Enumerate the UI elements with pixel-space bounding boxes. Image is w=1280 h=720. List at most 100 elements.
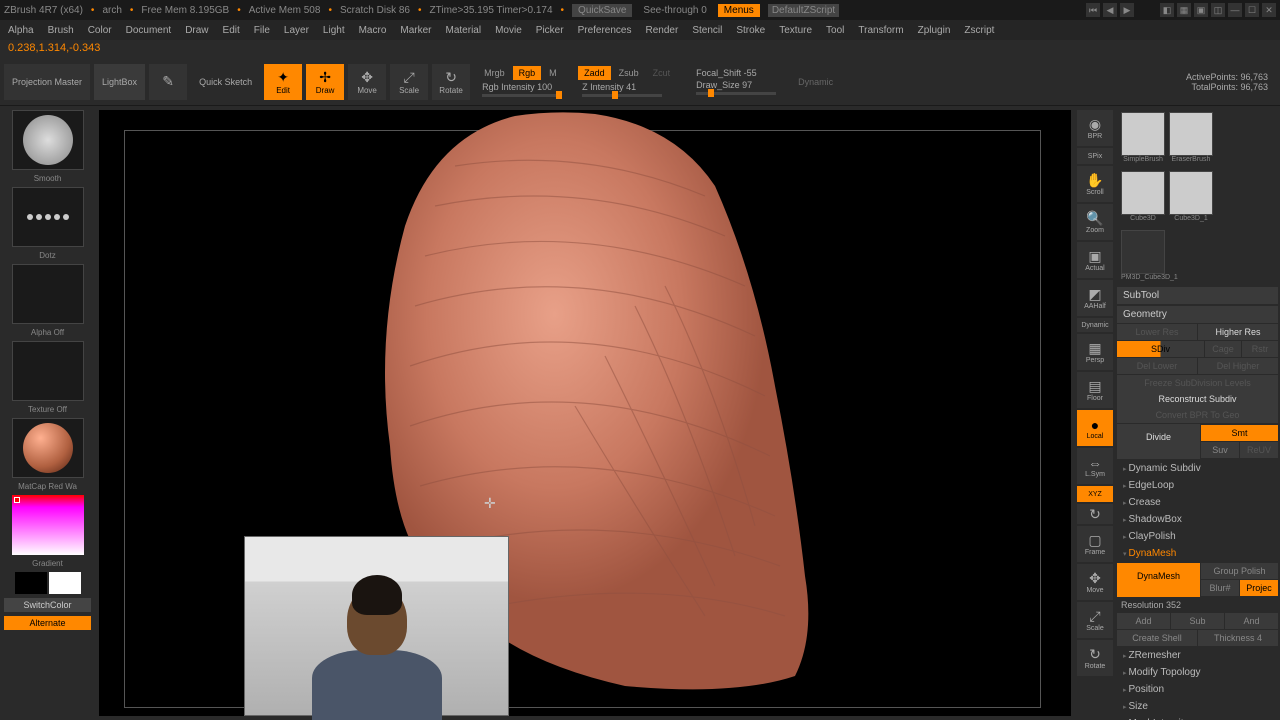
color-picker[interactable] — [12, 495, 84, 555]
stroke-thumbnail[interactable] — [12, 187, 84, 247]
close-icon[interactable]: ✕ — [1262, 3, 1276, 17]
zadd-button[interactable]: Zadd — [578, 66, 611, 80]
texture-thumbnail[interactable] — [12, 341, 84, 401]
menu-texture[interactable]: Texture — [779, 25, 812, 36]
draw-size-slider[interactable]: Draw_Size 97 — [692, 80, 780, 95]
menu-render[interactable]: Render — [646, 25, 679, 36]
spix-button[interactable]: SPix — [1077, 148, 1113, 164]
claypolish-item[interactable]: ClayPolish — [1117, 528, 1278, 545]
divide-button[interactable]: Divide — [1117, 424, 1200, 459]
scale-button[interactable]: ⤢Scale — [390, 64, 428, 100]
quicksave-button[interactable]: QuickSave — [572, 4, 632, 17]
switchcolor-button[interactable]: SwitchColor — [4, 598, 91, 612]
smt-button[interactable]: Smt — [1201, 425, 1278, 441]
rstr-button[interactable]: Rstr — [1242, 341, 1278, 357]
menu-transform[interactable]: Transform — [858, 25, 903, 36]
menu-zscript[interactable]: Zscript — [964, 25, 994, 36]
menus-button[interactable]: Menus — [718, 4, 760, 17]
rgb-button[interactable]: Rgb — [513, 66, 542, 80]
xyz-button[interactable]: XYZ — [1077, 486, 1113, 502]
blur-slider[interactable]: Blur# — [1201, 580, 1239, 596]
scale-view-button[interactable]: ⤢Scale — [1077, 602, 1113, 638]
brush-thumbnail[interactable] — [12, 110, 84, 170]
freeze-subdiv-button[interactable]: Freeze SubDivision Levels — [1117, 375, 1278, 391]
minimize-icon[interactable]: — — [1228, 3, 1242, 17]
scroll-button[interactable]: ✋Scroll — [1077, 166, 1113, 202]
subtool-header[interactable]: SubTool — [1117, 287, 1278, 304]
del-lower-button[interactable]: Del Lower — [1117, 358, 1197, 374]
bpr-button[interactable]: ◉BPR — [1077, 110, 1113, 146]
dynamic-subdiv-item[interactable]: Dynamic Subdiv — [1117, 460, 1278, 477]
canvas-viewport[interactable]: ✛ — [99, 110, 1071, 716]
crease-item[interactable]: Crease — [1117, 494, 1278, 511]
tool-thumb-cube3d1[interactable] — [1169, 171, 1213, 215]
m-button[interactable]: M — [543, 66, 563, 80]
thickness-slider[interactable]: Thickness 4 — [1198, 630, 1278, 646]
group-polish-button[interactable]: Group Polish — [1201, 563, 1278, 579]
zoom-button[interactable]: 🔍Zoom — [1077, 204, 1113, 240]
project-button[interactable]: Projec — [1240, 580, 1278, 596]
nav-prev-icon[interactable]: ◀ — [1103, 3, 1117, 17]
reconstruct-subdiv-button[interactable]: Reconstruct Subdiv — [1117, 391, 1278, 407]
reuv-button[interactable]: ReUV — [1240, 442, 1278, 458]
edit-button[interactable]: ✦Edit — [264, 64, 302, 100]
maximize-icon[interactable]: ☐ — [1245, 3, 1259, 17]
focal-shift-slider[interactable]: Focal_Shift -55 — [692, 68, 780, 78]
local-button[interactable]: ●Local — [1077, 410, 1113, 446]
dynamesh-button[interactable]: DynaMesh — [1117, 563, 1200, 597]
sdiv-slider[interactable]: SDiv — [1117, 341, 1204, 357]
draw-button[interactable]: ✢Draw — [306, 64, 344, 100]
material-thumbnail[interactable] — [12, 418, 84, 478]
geometry-header[interactable]: Geometry — [1117, 306, 1278, 323]
mrgb-button[interactable]: Mrgb — [478, 66, 511, 80]
shadowbox-item[interactable]: ShadowBox — [1117, 511, 1278, 528]
menu-layer[interactable]: Layer — [284, 25, 309, 36]
color-swatch-secondary[interactable] — [49, 572, 81, 594]
menu-stencil[interactable]: Stencil — [692, 25, 722, 36]
lightbox-button[interactable]: LightBox — [94, 64, 145, 100]
move-view-button[interactable]: ✥Move — [1077, 564, 1113, 600]
lsym-button[interactable]: ⇔L.Sym — [1077, 448, 1113, 484]
meshintegrity-item[interactable]: MeshIntegrity — [1117, 715, 1278, 720]
edgeloop-item[interactable]: EdgeLoop — [1117, 477, 1278, 494]
projection-master-button[interactable]: Projection Master — [4, 64, 90, 100]
cage-button[interactable]: Cage — [1205, 341, 1241, 357]
z-intensity-slider[interactable]: Z Intensity 41 — [578, 82, 676, 97]
pin-icon[interactable]: ◧ — [1160, 3, 1174, 17]
tool-thumb-eraserbrush[interactable] — [1169, 112, 1213, 156]
menu-picker[interactable]: Picker — [536, 25, 564, 36]
rgb-intensity-slider[interactable]: Rgb Intensity 100 — [478, 82, 566, 97]
aahalf-button[interactable]: ◩AAHalf — [1077, 280, 1113, 316]
create-shell-button[interactable]: Create Shell — [1117, 630, 1197, 646]
menu-draw[interactable]: Draw — [185, 25, 208, 36]
menu-file[interactable]: File — [254, 25, 270, 36]
sub-button[interactable]: Sub — [1171, 613, 1224, 629]
higher-res-button[interactable]: Higher Res — [1198, 324, 1278, 340]
persp-button[interactable]: ▦Persp — [1077, 334, 1113, 370]
suv-button[interactable]: Suv — [1201, 442, 1239, 458]
zcut-button[interactable]: Zcut — [647, 66, 677, 80]
menu-zplugin[interactable]: Zplugin — [918, 25, 951, 36]
color-swatch-primary[interactable] — [15, 572, 47, 594]
seethrough[interactable]: See-through 0 — [640, 5, 709, 16]
split-icon[interactable]: ◫ — [1211, 3, 1225, 17]
zscript-button[interactable]: DefaultZScript — [768, 4, 839, 17]
tool-thumb-pm3d[interactable] — [1121, 230, 1165, 274]
dynamic-button[interactable]: Dynamic — [1077, 318, 1113, 332]
alpha-thumbnail[interactable] — [12, 264, 84, 324]
lower-res-button[interactable]: Lower Res — [1117, 324, 1197, 340]
menu-color[interactable]: Color — [88, 25, 112, 36]
size-item[interactable]: Size — [1117, 698, 1278, 715]
menu-material[interactable]: Material — [446, 25, 482, 36]
floor-button[interactable]: ▤Floor — [1077, 372, 1113, 408]
zsub-button[interactable]: Zsub — [613, 66, 645, 80]
quicksketch-button[interactable]: ✎ — [149, 64, 187, 100]
modify-topology-item[interactable]: Modify Topology — [1117, 664, 1278, 681]
tool-thumb-simplebrush[interactable] — [1121, 112, 1165, 156]
menu-stroke[interactable]: Stroke — [736, 25, 765, 36]
alternate-button[interactable]: Alternate — [4, 616, 91, 630]
tool-thumb-cube3d[interactable] — [1121, 171, 1165, 215]
rotate-axis-button[interactable]: ↻ — [1077, 504, 1113, 524]
position-item[interactable]: Position — [1117, 681, 1278, 698]
rotate-button[interactable]: ↻Rotate — [432, 64, 470, 100]
